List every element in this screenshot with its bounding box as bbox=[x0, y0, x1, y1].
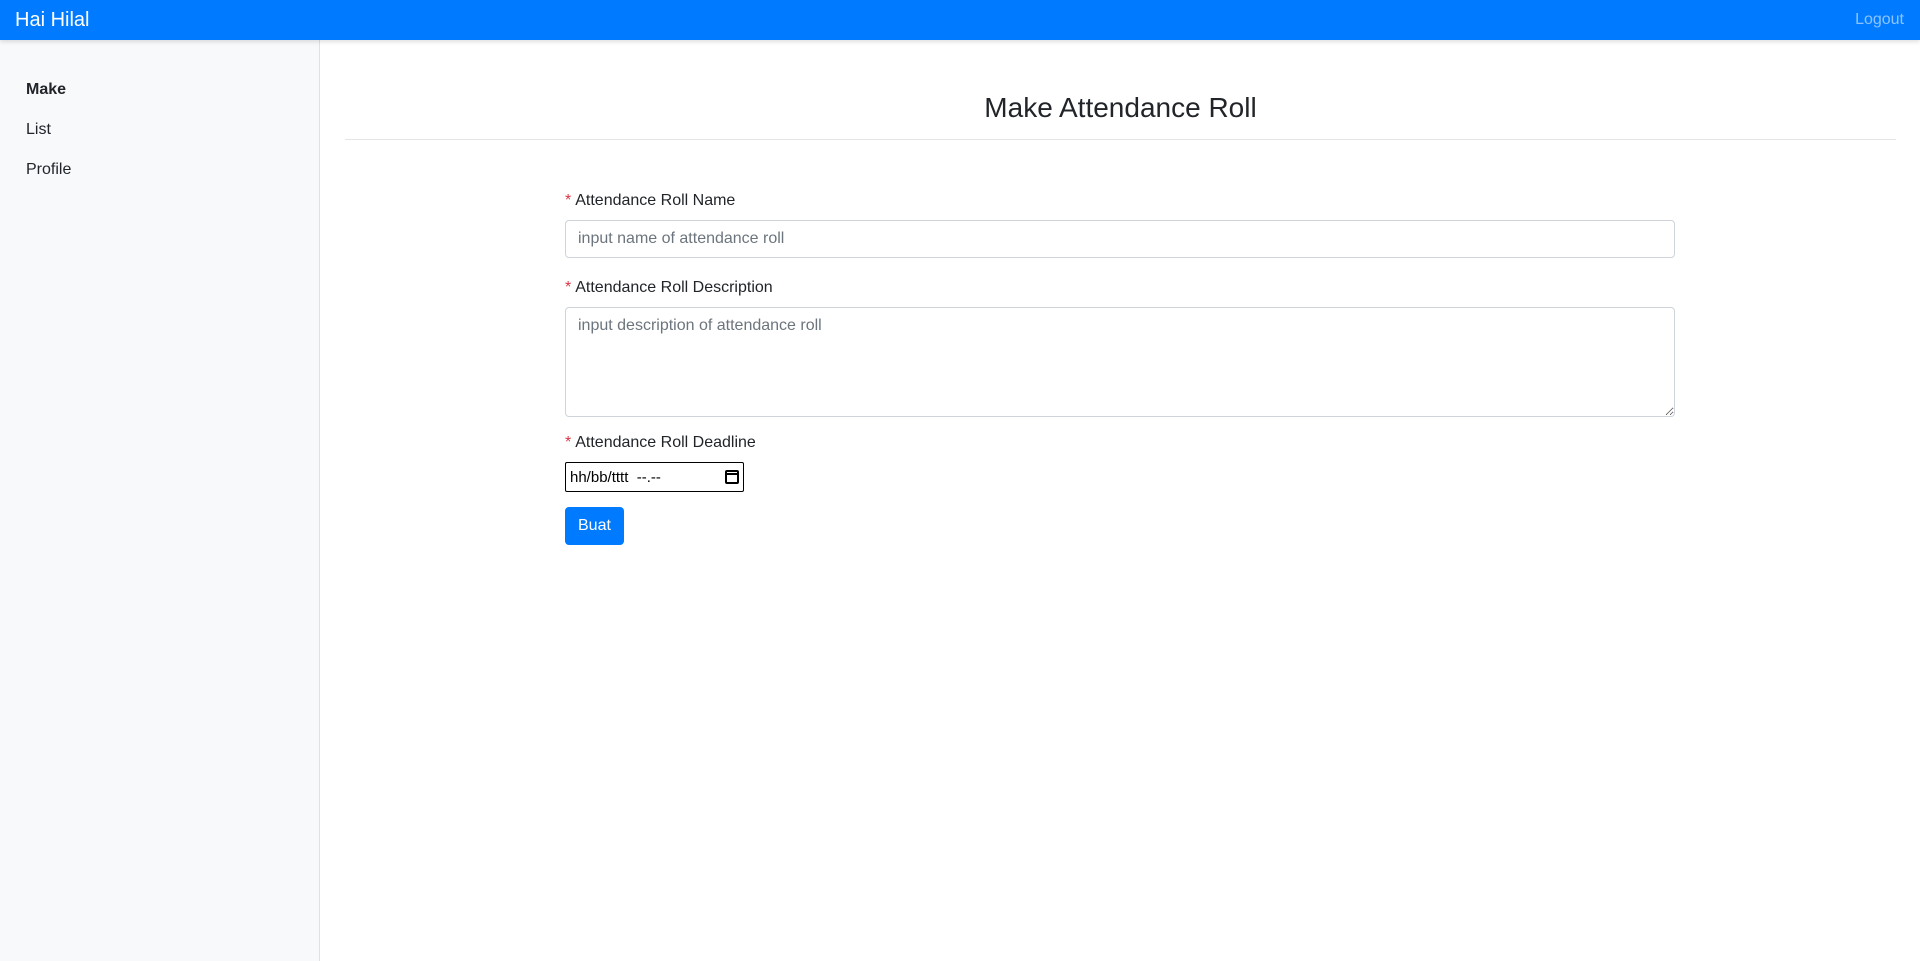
attendance-roll-deadline-input[interactable]: hh/bb/tttt --.-- bbox=[565, 462, 744, 492]
title-divider bbox=[345, 139, 1896, 140]
sidebar-item-make[interactable]: Make bbox=[0, 79, 319, 119]
sidebar: Make List Profile bbox=[0, 40, 320, 961]
main-content: Make Attendance Roll * Attendance Roll Na… bbox=[345, 40, 1896, 545]
logout-link[interactable]: Logout bbox=[1855, 11, 1904, 29]
sidebar-item-list[interactable]: List bbox=[0, 119, 319, 159]
attendance-roll-form: *Attendance Roll Name *Attendance Roll D… bbox=[565, 191, 1675, 545]
required-marker: * bbox=[565, 279, 572, 296]
required-marker: * bbox=[565, 434, 572, 451]
page-title: Make Attendance Roll bbox=[984, 92, 1257, 123]
navbar-brand[interactable]: Hai Hilal bbox=[15, 9, 89, 32]
deadline-input-text: hh/bb/tttt --.-- bbox=[570, 468, 661, 486]
calendar-icon[interactable] bbox=[725, 470, 739, 484]
name-field-label: * Attendance Roll Name bbox=[565, 191, 1675, 211]
description-field-label: * Attendance Roll Description bbox=[565, 278, 1675, 298]
submit-button[interactable]: Buat bbox=[565, 507, 624, 545]
attendance-roll-description-input[interactable] bbox=[565, 307, 1675, 417]
attendance-roll-name-input[interactable] bbox=[565, 220, 1675, 258]
name-field-label-text: Attendance Roll Name bbox=[575, 192, 736, 209]
description-field-label-text: Attendance Roll Description bbox=[575, 279, 773, 296]
sidebar-item-profile[interactable]: Profile bbox=[0, 159, 319, 199]
required-marker: * bbox=[565, 192, 572, 209]
top-navbar: Hai Hilal Logout bbox=[0, 0, 1920, 40]
deadline-field-label: * Attendance Roll Deadline bbox=[565, 433, 1675, 453]
deadline-field-label-text: Attendance Roll Deadline bbox=[575, 434, 756, 451]
